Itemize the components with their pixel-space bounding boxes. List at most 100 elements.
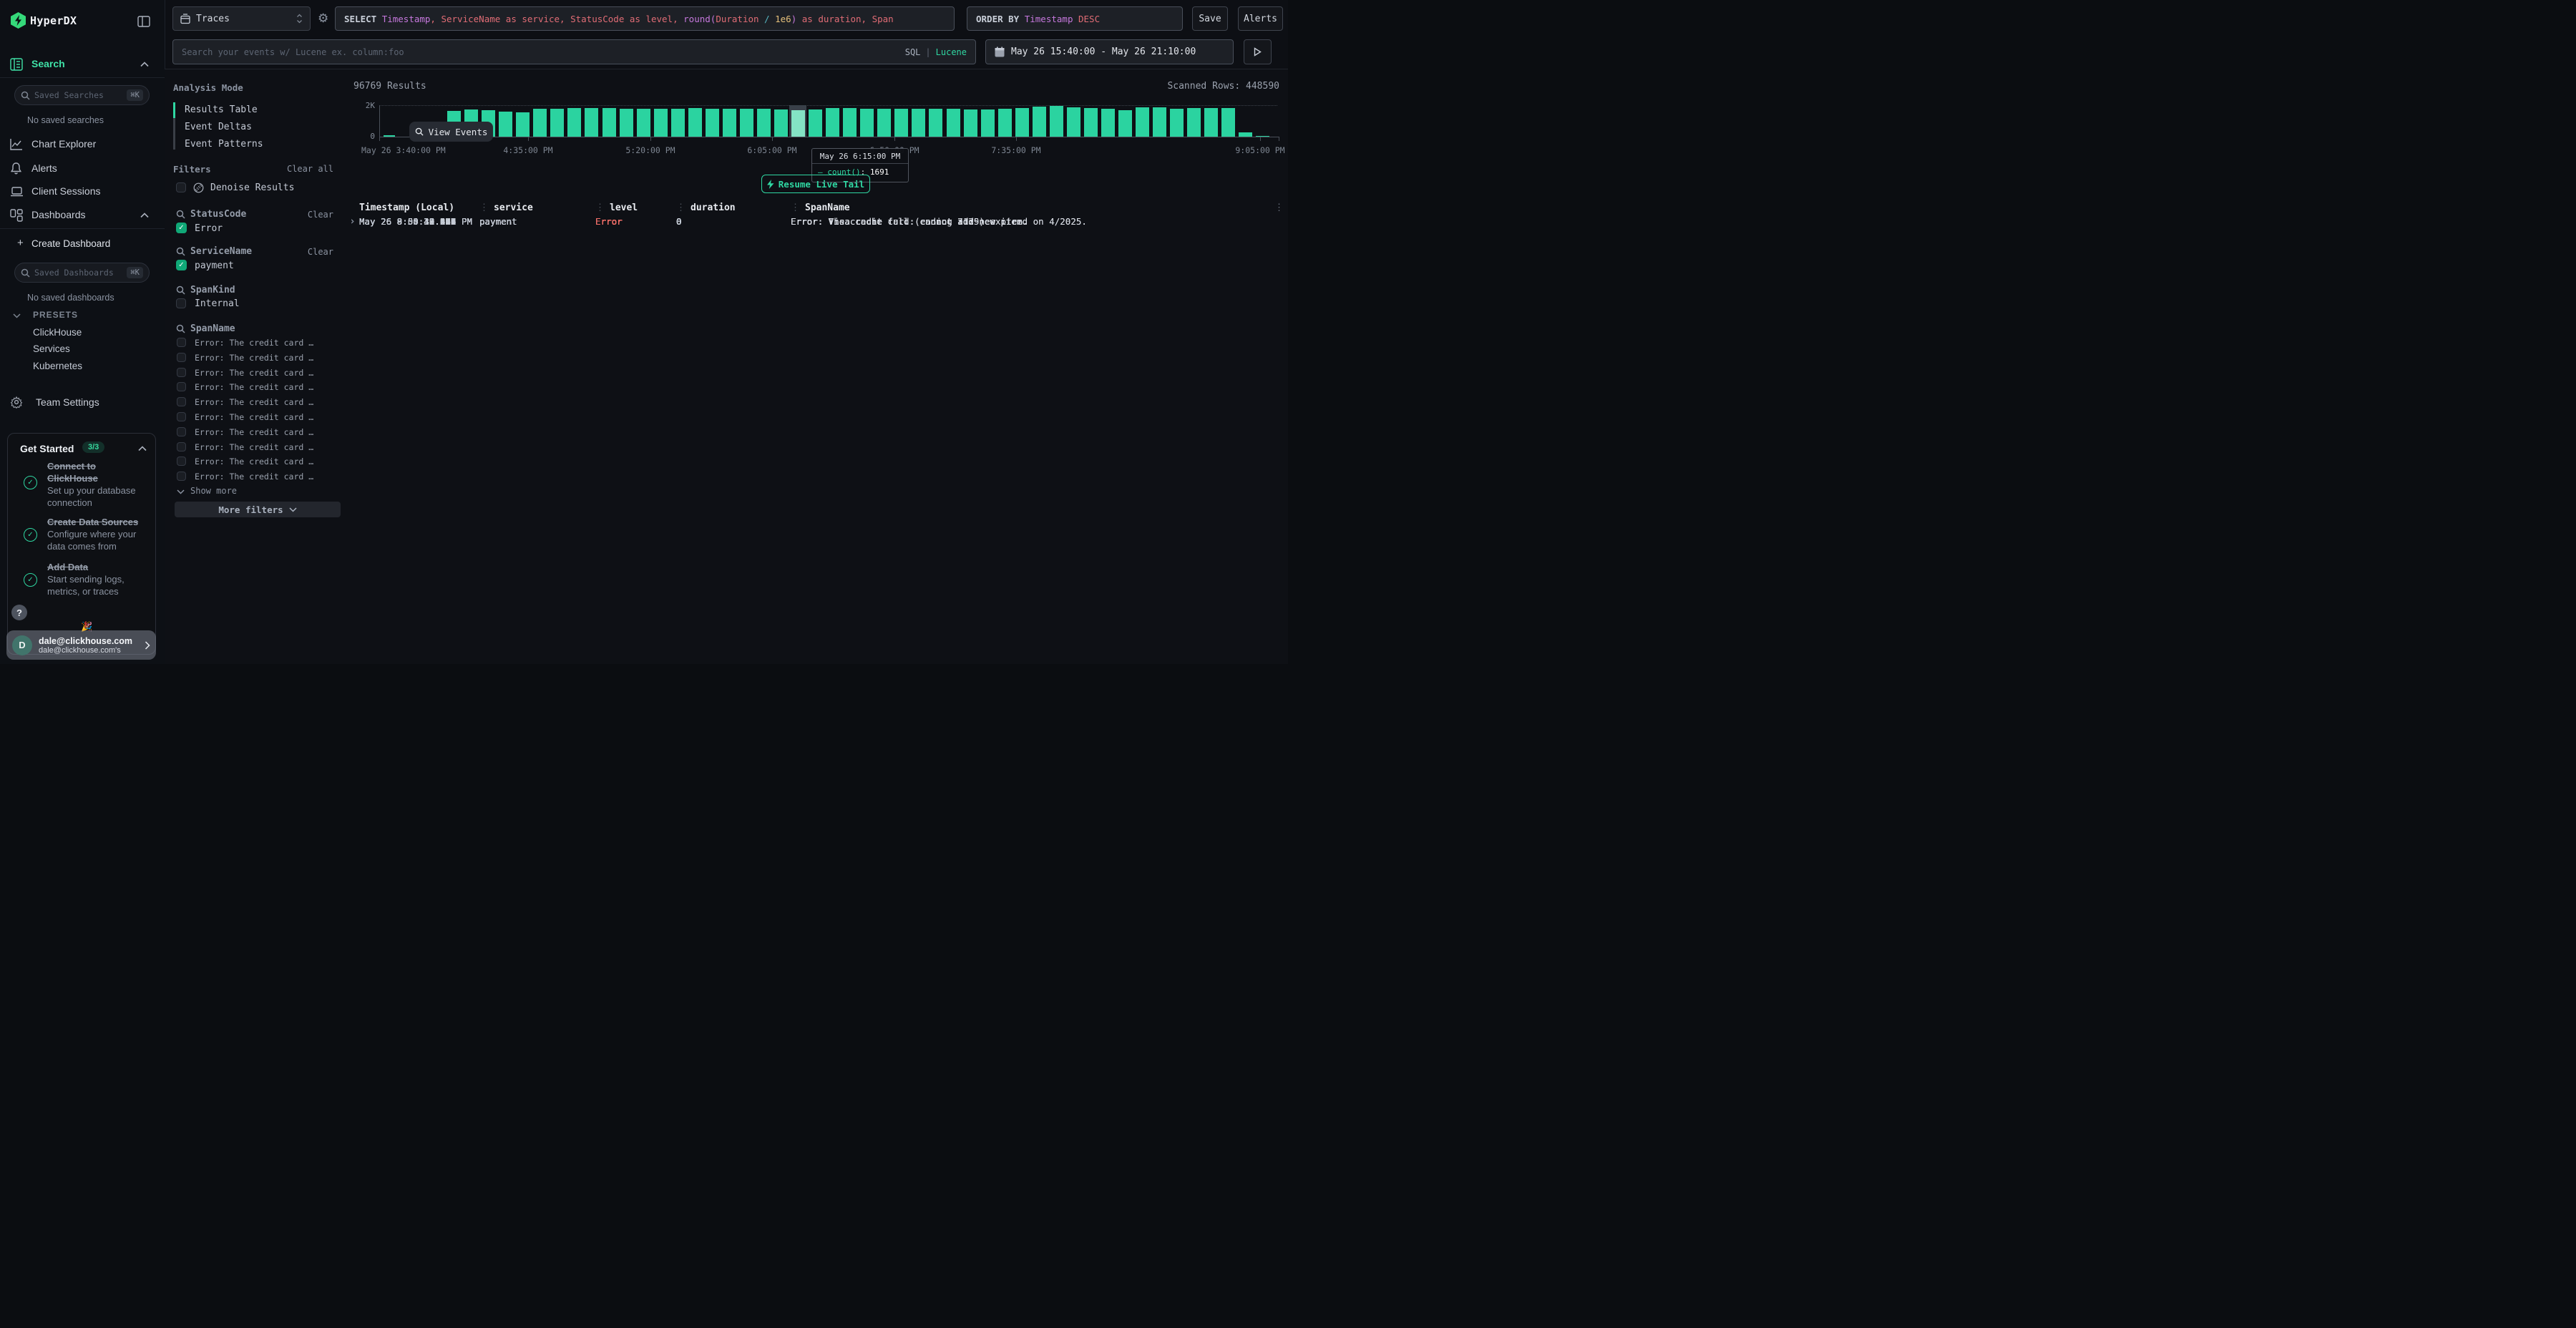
histogram-bar[interactable] bbox=[809, 109, 822, 137]
histogram-bar[interactable] bbox=[1170, 109, 1184, 137]
histogram-bar[interactable] bbox=[1239, 132, 1252, 137]
filter-group-spanname[interactable]: SpanName bbox=[190, 323, 235, 334]
denoise-label[interactable]: Denoise Results bbox=[210, 182, 294, 193]
spanname-option-checkbox[interactable] bbox=[177, 472, 186, 481]
clear-servicename-link[interactable]: Clear bbox=[308, 247, 333, 257]
sidebar-item-client-sessions[interactable]: Client Sessions bbox=[31, 185, 101, 197]
histogram-bar[interactable] bbox=[620, 109, 633, 137]
show-more-link[interactable]: Show more bbox=[190, 486, 237, 496]
chevron-down-icon[interactable] bbox=[177, 489, 185, 494]
sidebar-item-dashboards[interactable]: Dashboards bbox=[31, 209, 86, 220]
alerts-button[interactable]: Alerts bbox=[1238, 6, 1283, 31]
spankind-internal-checkbox[interactable] bbox=[176, 298, 186, 308]
histogram-bar[interactable] bbox=[929, 109, 942, 137]
sidebar-item-chart-explorer[interactable]: Chart Explorer bbox=[31, 138, 96, 150]
histogram-bar[interactable] bbox=[533, 109, 547, 137]
histogram-bar[interactable] bbox=[723, 109, 736, 137]
save-button[interactable]: Save bbox=[1192, 6, 1228, 31]
sidebar-collapse-icon[interactable] bbox=[137, 16, 150, 27]
histogram-bar[interactable] bbox=[1015, 108, 1029, 137]
sidebar-item-team-settings[interactable]: Team Settings bbox=[36, 396, 99, 408]
histogram-bar[interactable] bbox=[964, 109, 977, 137]
histogram-bar[interactable] bbox=[1101, 109, 1115, 137]
preset-services[interactable]: Services bbox=[33, 343, 70, 354]
filter-group-statuscode[interactable]: StatusCode bbox=[190, 209, 246, 220]
mode-results-table[interactable]: Results Table bbox=[185, 104, 258, 115]
spanname-option-checkbox[interactable] bbox=[177, 456, 186, 466]
histogram-bar[interactable] bbox=[499, 112, 512, 137]
histogram-bar[interactable] bbox=[602, 108, 616, 137]
histogram-bar[interactable] bbox=[791, 110, 805, 137]
clear-statuscode-link[interactable]: Clear bbox=[308, 210, 333, 220]
time-range-picker[interactable]: May 26 15:40:00 - May 26 21:10:00 bbox=[985, 39, 1234, 64]
col-duration[interactable]: duration bbox=[676, 202, 791, 213]
denoise-checkbox[interactable] bbox=[176, 182, 186, 192]
histogram-bar[interactable] bbox=[774, 109, 788, 137]
source-settings-gear-icon[interactable]: ⚙ bbox=[318, 11, 328, 26]
spanname-option-checkbox[interactable] bbox=[177, 338, 186, 347]
histogram-bar[interactable] bbox=[567, 108, 581, 137]
histogram-bar[interactable] bbox=[1050, 106, 1063, 137]
mode-event-deltas[interactable]: Event Deltas bbox=[185, 122, 252, 132]
clear-all-link[interactable]: Clear all bbox=[287, 164, 333, 174]
histogram-bar[interactable] bbox=[877, 109, 891, 137]
spanname-option-label[interactable]: Error: The credit card … bbox=[195, 353, 313, 363]
lang-toggle-sql[interactable]: SQL bbox=[905, 47, 921, 57]
presets-header[interactable]: PRESETS bbox=[33, 310, 78, 320]
help-button[interactable]: ? bbox=[11, 605, 27, 620]
histogram-bar[interactable] bbox=[998, 109, 1012, 137]
histogram-bar[interactable] bbox=[1221, 108, 1235, 137]
col-timestamp[interactable]: Timestamp (Local) bbox=[359, 202, 479, 213]
source-select[interactable]: Traces bbox=[172, 6, 311, 31]
spanname-option-label[interactable]: Error: The credit card … bbox=[195, 368, 313, 378]
preset-kubernetes[interactable]: Kubernetes bbox=[33, 361, 82, 371]
histogram-bar[interactable] bbox=[671, 109, 685, 137]
sql-query-input[interactable]: SELECT Timestamp, ServiceName as service… bbox=[335, 6, 955, 31]
spanname-option-checkbox[interactable] bbox=[177, 353, 186, 362]
histogram-bar[interactable] bbox=[1256, 136, 1269, 137]
sidebar-item-alerts[interactable]: Alerts bbox=[31, 162, 57, 174]
histogram-bar[interactable] bbox=[1118, 110, 1132, 137]
spanname-option-checkbox[interactable] bbox=[177, 397, 186, 406]
histogram-bar[interactable] bbox=[947, 109, 960, 137]
lang-toggle-lucene[interactable]: Lucene bbox=[936, 47, 967, 57]
table-row[interactable]: ›May 26 8:50:36.329 PMpaymentError0Error… bbox=[350, 214, 1288, 228]
resume-live-tail-button[interactable]: Resume Live Tail bbox=[761, 175, 870, 193]
histogram-bar[interactable] bbox=[757, 109, 771, 137]
spanname-option-label[interactable]: Error: The credit card … bbox=[195, 397, 313, 407]
spanname-option-checkbox[interactable] bbox=[177, 368, 186, 377]
histogram-bar[interactable] bbox=[740, 109, 753, 137]
histogram-bar[interactable] bbox=[826, 108, 839, 137]
spankind-internal-label[interactable]: Internal bbox=[195, 298, 240, 309]
view-events-button[interactable]: View Events bbox=[409, 122, 493, 142]
spanname-option-checkbox[interactable] bbox=[177, 412, 186, 421]
run-query-button[interactable] bbox=[1244, 39, 1272, 64]
servicename-payment-checkbox[interactable]: ✓ bbox=[176, 260, 187, 270]
create-dashboard-button[interactable]: Create Dashboard bbox=[31, 238, 110, 249]
results-histogram[interactable]: 2K 0 May 26 3:40:00 PM4:35:00 PM5:20:00 … bbox=[343, 69, 1288, 155]
histogram-bar[interactable] bbox=[1084, 108, 1098, 137]
histogram-bar[interactable] bbox=[706, 109, 719, 137]
spanname-option-label[interactable]: Error: The credit card … bbox=[195, 442, 313, 452]
histogram-bar[interactable] bbox=[1067, 107, 1080, 137]
histogram-bar[interactable] bbox=[654, 109, 668, 137]
preset-clickhouse[interactable]: ClickHouse bbox=[33, 327, 82, 338]
histogram-bar[interactable] bbox=[981, 109, 995, 137]
spanname-option-label[interactable]: Error: The credit card … bbox=[195, 382, 313, 392]
spanname-option-checkbox[interactable] bbox=[177, 442, 186, 451]
spanname-option-label[interactable]: Error: The credit card … bbox=[195, 412, 313, 422]
histogram-bar[interactable] bbox=[843, 108, 857, 137]
histogram-bar[interactable] bbox=[860, 109, 874, 137]
spanname-option-checkbox[interactable] bbox=[177, 427, 186, 436]
histogram-bar[interactable] bbox=[894, 109, 908, 137]
filter-group-spankind[interactable]: SpanKind bbox=[190, 285, 235, 296]
col-spanname[interactable]: SpanName bbox=[791, 202, 1288, 213]
histogram-bar[interactable] bbox=[1136, 107, 1149, 137]
chevron-down-icon[interactable] bbox=[13, 313, 21, 318]
servicename-payment-label[interactable]: payment bbox=[195, 260, 234, 271]
histogram-bar[interactable] bbox=[585, 108, 598, 137]
statuscode-error-label[interactable]: Error bbox=[195, 223, 223, 234]
chevron-up-icon[interactable] bbox=[140, 62, 149, 67]
saved-searches-input[interactable]: Saved Searches ⌘K bbox=[14, 85, 150, 105]
chevron-up-icon[interactable] bbox=[140, 213, 149, 218]
